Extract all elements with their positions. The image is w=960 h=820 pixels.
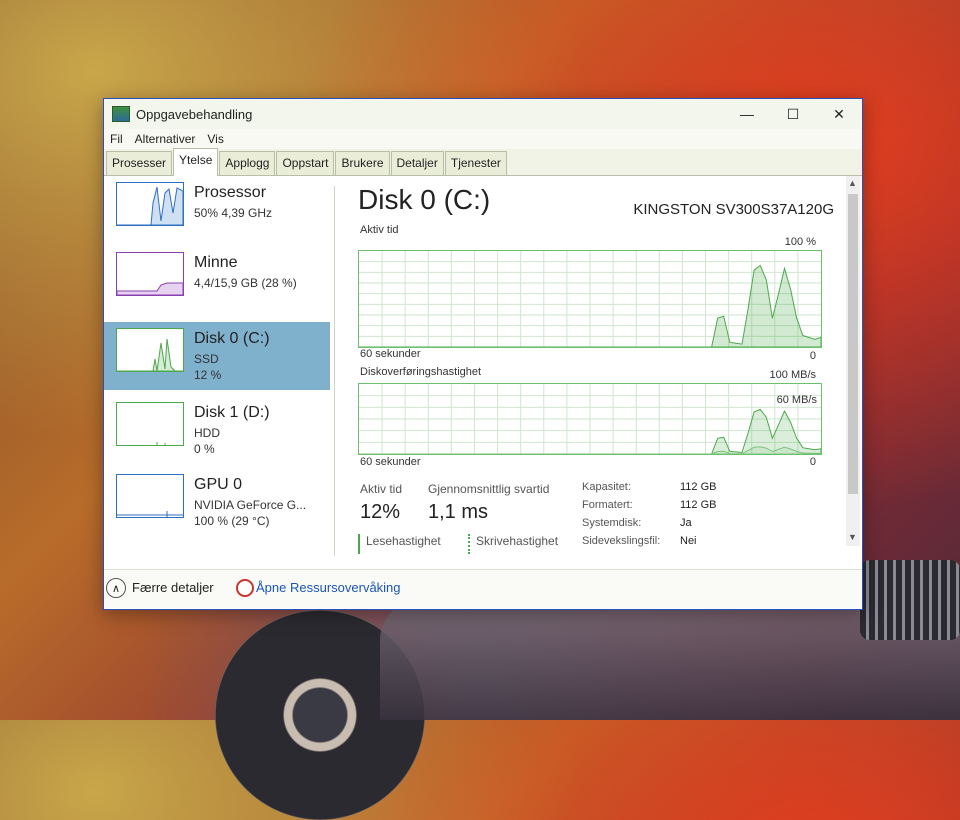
maximize-button[interactable]: ☐ bbox=[770, 99, 816, 129]
transfer-rate-min: 0 bbox=[809, 456, 816, 468]
transfer-rate-mid: 60 MB/s bbox=[776, 394, 817, 406]
transfer-rate-chart bbox=[359, 384, 821, 454]
tab-ytelse[interactable]: Ytelse bbox=[173, 148, 219, 176]
chevron-up-icon: ∧ bbox=[106, 578, 126, 598]
tab-applogg[interactable]: Applogg bbox=[219, 151, 276, 175]
active-time-stat-label: Aktiv tid bbox=[360, 482, 403, 496]
resource-monitor-icon bbox=[236, 579, 254, 597]
sidebar-item-minne[interactable]: Minne 4,4/15,9 GB (28 %) bbox=[104, 246, 330, 314]
close-button[interactable]: ✕ bbox=[816, 99, 862, 129]
tab-detaljer[interactable]: Detaljer bbox=[390, 151, 444, 175]
prop-pagefile-label: Sidevekslingsfil: bbox=[582, 535, 661, 547]
prop-systemdisk-value: Ja bbox=[680, 517, 692, 529]
sidebar-item-disk1[interactable]: Disk 1 (D:) HDD 0 % bbox=[104, 396, 330, 464]
sidebar-item-gpu0[interactable]: GPU 0 NVIDIA GeForce G... 100 % (29 °C) bbox=[104, 468, 330, 536]
response-time-value: 1,1 ms bbox=[428, 501, 489, 523]
write-speed-label: Skrivehastighet bbox=[476, 534, 559, 548]
prop-capacity-value: 112 GB bbox=[680, 481, 717, 493]
transfer-rate-max: 100 MB/s bbox=[769, 369, 816, 381]
tab-prosesser[interactable]: Prosesser bbox=[106, 151, 173, 175]
prop-pagefile-value: Nei bbox=[680, 535, 697, 547]
memory-thumbnail-graph bbox=[116, 252, 184, 296]
transfer-rate-label: Diskoverføringshastighet bbox=[360, 366, 482, 378]
title-bar[interactable]: Oppgavebehandling — ☐ ✕ bbox=[104, 99, 862, 129]
tab-tjenester[interactable]: Tjenester bbox=[444, 151, 507, 175]
transfer-rate-range: 60 sekunder bbox=[360, 456, 421, 468]
fewer-details-label: Færre detaljer bbox=[132, 580, 214, 595]
sidebar-item-detail: 50% 4,39 GHz bbox=[194, 206, 273, 220]
prop-systemdisk-label: Systemdisk: bbox=[582, 517, 642, 529]
prop-formatted-value: 112 GB bbox=[680, 499, 717, 511]
read-speed-marker bbox=[358, 534, 360, 554]
disk1-thumbnail-graph bbox=[116, 402, 184, 446]
sidebar-item-label: GPU 0 bbox=[194, 476, 243, 493]
background-grille bbox=[860, 560, 960, 640]
scroll-up-icon[interactable]: ▲ bbox=[848, 178, 857, 188]
tab-oppstart[interactable]: Oppstart bbox=[276, 151, 335, 175]
performance-sidebar: Prosessor 50% 4,39 GHz Minne 4,4/15,9 GB… bbox=[104, 176, 332, 561]
active-time-range: 60 sekunder bbox=[360, 348, 421, 360]
disk0-thumbnail-graph bbox=[116, 328, 184, 372]
gpu-thumbnail-graph bbox=[116, 474, 184, 518]
sidebar-item-detail: SSD bbox=[194, 352, 219, 366]
sidebar-divider bbox=[334, 186, 335, 556]
sidebar-item-usage: 100 % (29 °C) bbox=[194, 514, 270, 528]
tab-bar: Prosesser Ytelse Applogg Oppstart Bruker… bbox=[104, 148, 862, 176]
fewer-details-button[interactable]: ∧ Færre detaljer bbox=[104, 570, 236, 608]
scroll-down-icon[interactable]: ▼ bbox=[848, 532, 857, 542]
transfer-rate-graph: 60 MB/s bbox=[358, 383, 822, 455]
task-manager-window: Oppgavebehandling — ☐ ✕ Fil Alternativer… bbox=[103, 98, 863, 610]
scroll-thumb[interactable] bbox=[848, 194, 858, 494]
active-time-max: 100 % bbox=[784, 236, 816, 248]
disk-detail-panel: Disk 0 (C:) KINGSTON SV300S37A120G Aktiv… bbox=[356, 176, 846, 561]
open-resource-monitor-link[interactable]: Åpne Ressursovervåking bbox=[256, 580, 401, 595]
tab-brukere[interactable]: Brukere bbox=[335, 151, 390, 175]
prop-formatted-label: Formatert: bbox=[582, 499, 633, 511]
response-time-label: Gjennomsnittlig svartid bbox=[428, 482, 550, 496]
menu-vis[interactable]: Vis bbox=[207, 132, 223, 146]
sidebar-item-prosessor[interactable]: Prosessor 50% 4,39 GHz bbox=[104, 176, 330, 244]
sidebar-item-label: Prosessor bbox=[194, 184, 267, 201]
active-time-graph bbox=[358, 250, 822, 348]
sidebar-item-detail: NVIDIA GeForce G... bbox=[194, 498, 307, 512]
sidebar-item-label: Disk 0 (C:) bbox=[194, 330, 270, 347]
detail-scrollbar[interactable]: ▲ ▼ bbox=[846, 176, 860, 546]
disk-title: Disk 0 (C:) bbox=[358, 184, 491, 215]
active-time-chart bbox=[359, 251, 821, 347]
write-speed-marker bbox=[468, 534, 470, 554]
active-time-value: 12% bbox=[360, 501, 401, 523]
menu-fil[interactable]: Fil bbox=[110, 132, 123, 146]
minimize-button[interactable]: — bbox=[724, 99, 770, 129]
menu-alternativer[interactable]: Alternativer bbox=[135, 132, 196, 146]
sidebar-item-detail: 4,4/15,9 GB (28 %) bbox=[194, 276, 297, 290]
sidebar-item-usage: 0 % bbox=[194, 442, 215, 456]
footer-bar: ∧ Færre detaljer Åpne Ressursovervåking bbox=[104, 569, 862, 608]
task-manager-icon bbox=[112, 106, 130, 122]
menu-bar: Fil Alternativer Vis bbox=[104, 129, 862, 149]
window-title: Oppgavebehandling bbox=[136, 106, 253, 122]
cpu-thumbnail-graph bbox=[116, 182, 184, 226]
sidebar-item-disk0[interactable]: Disk 0 (C:) SSD 12 % bbox=[104, 322, 330, 390]
active-time-min: 0 bbox=[809, 350, 816, 362]
read-speed-label: Lesehastighet bbox=[366, 534, 441, 548]
sidebar-item-usage: 12 % bbox=[194, 368, 222, 382]
disk-model: KINGSTON SV300S37A120G bbox=[633, 201, 834, 218]
active-time-label: Aktiv tid bbox=[360, 224, 399, 236]
prop-capacity-label: Kapasitet: bbox=[582, 481, 631, 493]
sidebar-item-detail: HDD bbox=[194, 426, 220, 440]
sidebar-item-label: Minne bbox=[194, 254, 238, 271]
sidebar-item-label: Disk 1 (D:) bbox=[194, 404, 270, 421]
